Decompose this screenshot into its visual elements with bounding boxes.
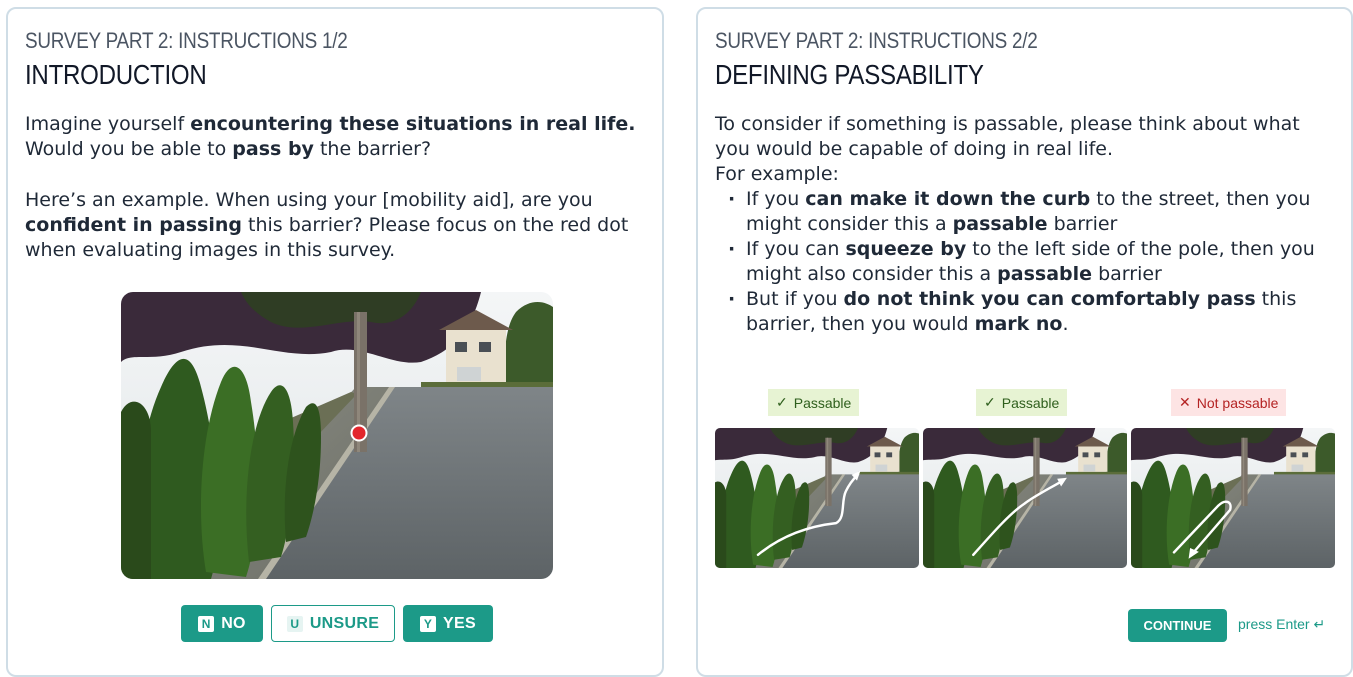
yes-key-badge: Y <box>420 615 437 632</box>
red-dot-marker <box>350 424 368 442</box>
page-title: INTRODUCTION <box>25 59 207 90</box>
no-button[interactable]: N NO <box>181 605 263 642</box>
list-item: If you can squeeze by to the left side o… <box>715 237 1335 287</box>
list-item: But if you do not think you can comforta… <box>715 287 1335 337</box>
passability-intro: To consider if something is passable, pl… <box>715 112 1335 337</box>
example-image-squeeze <box>923 428 1127 568</box>
yes-button[interactable]: Y YES <box>403 605 493 642</box>
unsure-key-badge: U <box>286 615 303 632</box>
continue-button[interactable]: CONTINUE <box>1128 609 1227 642</box>
for-example-label: For example: <box>715 163 839 185</box>
no-key-badge: N <box>198 615 215 632</box>
enter-key-hint: press Enter ↵ <box>1238 616 1326 632</box>
street-example-image <box>121 292 553 579</box>
yes-button-label: YES <box>443 614 476 632</box>
no-button-label: NO <box>221 614 246 632</box>
survey-part-label: SURVEY PART 2: INSTRUCTIONS 1/2 <box>25 28 348 53</box>
example-image-not-passable <box>1131 428 1335 568</box>
page-title: DEFINING PASSABILITY <box>715 59 984 90</box>
list-item: If you can make it down the curb to the … <box>715 187 1335 237</box>
intro-text: To consider if something is passable, pl… <box>715 113 1300 160</box>
unsure-button-label: UNSURE <box>309 614 380 632</box>
example-paragraph: Here’s an example. When using your [mobi… <box>25 189 629 261</box>
instructions-panel-2: SURVEY PART 2: INSTRUCTIONS 2/2 DEFINING… <box>696 7 1353 677</box>
unsure-button[interactable]: U UNSURE <box>271 605 395 642</box>
not-passable-tag: ✕ Not passable <box>1171 389 1287 416</box>
survey-part-label: SURVEY PART 2: INSTRUCTIONS 2/2 <box>715 28 1038 53</box>
passable-tag-2: ✓ Passable <box>976 389 1068 416</box>
passable-tag-1: ✓ Passable <box>768 389 860 416</box>
cross-icon: ✕ <box>1179 394 1191 410</box>
example-image-curb <box>715 428 919 568</box>
check-icon: ✓ <box>984 394 996 410</box>
check-icon: ✓ <box>776 394 788 410</box>
intro-paragraph: Imagine yourself encountering these situ… <box>25 113 636 160</box>
example-list: If you can make it down the curb to the … <box>715 187 1335 337</box>
instructions-panel-1: SURVEY PART 2: INSTRUCTIONS 1/2 INTRODUC… <box>6 7 664 677</box>
